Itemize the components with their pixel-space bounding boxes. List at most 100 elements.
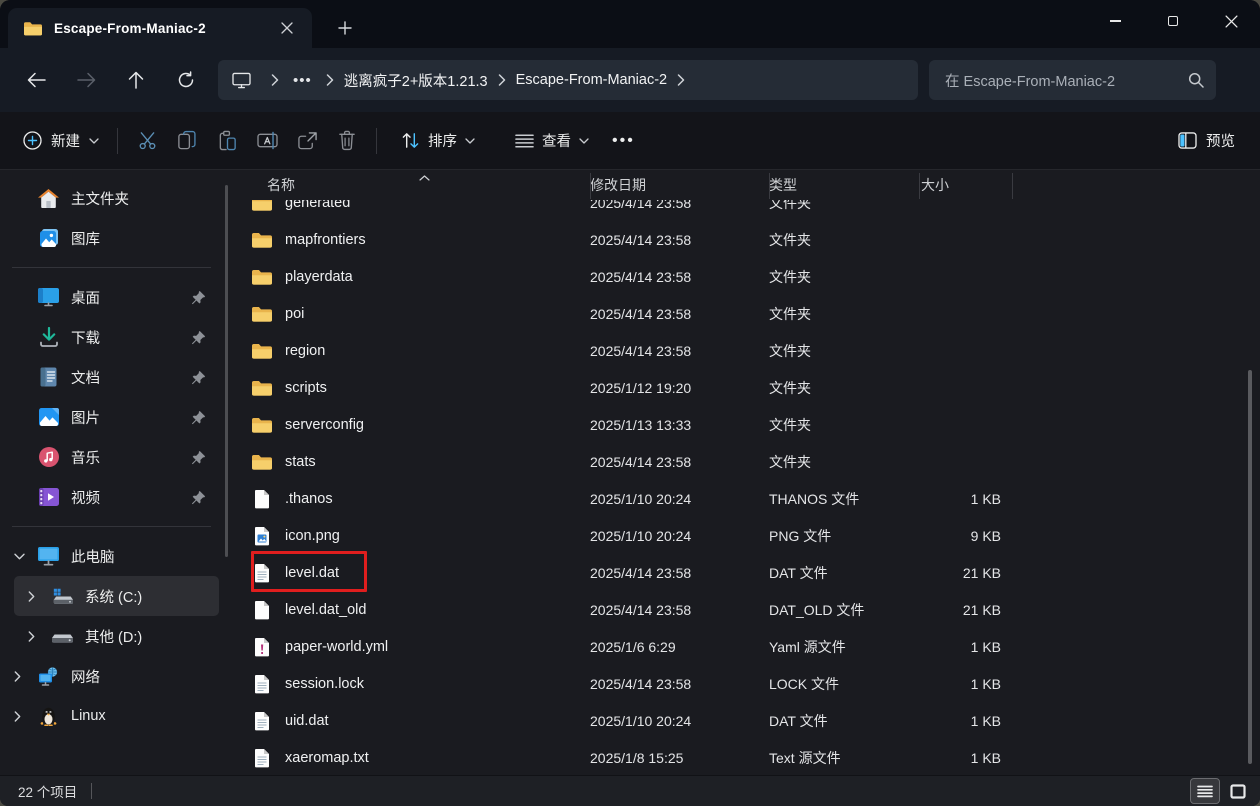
file-type: 文件夹 <box>769 452 919 472</box>
details-view-button[interactable] <box>1191 779 1219 803</box>
file-row[interactable]: level.dat 2025/4/14 23:58 DAT 文件 21 KB <box>237 554 1242 591</box>
file-row[interactable]: playerdata 2025/4/14 23:58 文件夹 <box>237 258 1242 295</box>
breadcrumb-item-current[interactable]: Escape-From-Maniac-2 <box>516 72 668 88</box>
search-input[interactable]: 在 Escape-From-Maniac-2 <box>945 70 1188 91</box>
forward-button[interactable] <box>66 62 106 98</box>
chevron-icon[interactable] <box>14 671 38 682</box>
file-row[interactable]: serverconfig 2025/1/13 13:33 文件夹 <box>237 406 1242 443</box>
sidebar-item-downloads[interactable]: 下载 <box>0 317 219 357</box>
status-bar: 22 个项目 <box>0 775 1260 806</box>
more-options-button[interactable]: ••• <box>598 132 649 150</box>
folder-icon <box>252 452 272 472</box>
file-type: 文件夹 <box>769 230 919 250</box>
chevron-icon[interactable] <box>14 553 38 560</box>
folder-icon <box>252 341 272 361</box>
large-icons-view-button[interactable] <box>1224 779 1252 803</box>
breadcrumb-item-parent[interactable]: 逃离疯子2+版本1.21.3 <box>344 70 488 91</box>
sidebar-item-gallery[interactable]: 图库 <box>0 218 219 258</box>
column-header-name[interactable]: 名称 <box>237 175 590 195</box>
share-icon <box>297 131 318 151</box>
up-button[interactable] <box>116 62 156 98</box>
file-row[interactable]: mapfrontiers 2025/4/14 23:58 文件夹 <box>237 221 1242 258</box>
sidebar-item-network[interactable]: 网络 <box>0 656 219 696</box>
back-button[interactable] <box>16 62 56 98</box>
view-button[interactable]: 查看 <box>506 121 598 161</box>
breadcrumb-chevron-icon <box>677 74 685 86</box>
tab-close-icon[interactable] <box>274 15 300 41</box>
tab-title: Escape-From-Maniac-2 <box>54 21 206 36</box>
column-header-size[interactable]: 大小 <box>919 175 1012 195</box>
file-row[interactable]: .thanos 2025/1/10 20:24 THANOS 文件 1 KB <box>237 480 1242 517</box>
file-row[interactable]: level.dat_old 2025/4/14 23:58 DAT_OLD 文件… <box>237 591 1242 628</box>
sidebar-item-label: Linux <box>71 708 106 724</box>
maximize-button[interactable] <box>1144 0 1202 42</box>
chevron-icon[interactable] <box>28 631 52 642</box>
desktop-icon <box>38 287 59 308</box>
preview-button[interactable]: 预览 <box>1169 121 1244 161</box>
file-type: LOCK 文件 <box>769 674 919 694</box>
file-blank-icon <box>252 489 272 509</box>
column-divider[interactable] <box>1012 173 1013 199</box>
file-name: poi <box>285 306 304 322</box>
sidebar-item-documents[interactable]: 文档 <box>0 357 219 397</box>
sidebar-item-this-pc[interactable]: 此电脑 <box>0 536 219 576</box>
share-button[interactable] <box>287 121 327 161</box>
file-name: stats <box>285 454 316 470</box>
file-name: paper-world.yml <box>285 639 388 655</box>
new-tab-button[interactable] <box>330 13 360 43</box>
column-divider[interactable] <box>919 173 920 199</box>
file-row[interactable]: poi 2025/4/14 23:58 文件夹 <box>237 295 1242 332</box>
tab-escape-from-maniac-2[interactable]: Escape-From-Maniac-2 <box>8 8 312 48</box>
breadcrumb[interactable]: ••• 逃离疯子2+版本1.21.3 Escape-From-Maniac-2 <box>218 60 918 100</box>
rename-button[interactable] <box>247 121 287 161</box>
column-header-type[interactable]: 类型 <box>769 175 919 195</box>
new-button[interactable]: 新建 <box>14 121 108 161</box>
file-row[interactable]: xaeromap.txt 2025/1/8 15:25 Text 源文件 1 K… <box>237 739 1242 775</box>
trash-icon <box>338 130 356 151</box>
status-divider <box>91 783 92 799</box>
file-row[interactable]: region 2025/4/14 23:58 文件夹 <box>237 332 1242 369</box>
file-size: 1 KB <box>919 491 1012 507</box>
sidebar-item-music[interactable]: 音乐 <box>0 437 219 477</box>
minimize-button[interactable] <box>1086 0 1144 42</box>
folder-icon <box>252 267 272 287</box>
file-row[interactable]: paper-world.yml 2025/1/6 6:29 Yaml 源文件 1… <box>237 628 1242 665</box>
column-divider[interactable] <box>769 173 770 199</box>
sidebar-item-pictures[interactable]: 图片 <box>0 397 219 437</box>
paste-button[interactable] <box>207 121 247 161</box>
this-pc-icon[interactable] <box>232 72 251 89</box>
toolbar-divider <box>376 128 377 154</box>
sidebar-item-videos[interactable]: 视频 <box>0 477 219 517</box>
file-row[interactable]: scripts 2025/1/12 19:20 文件夹 <box>237 369 1242 406</box>
cut-button[interactable] <box>127 121 167 161</box>
sidebar-item-label: 图库 <box>71 228 100 249</box>
delete-button[interactable] <box>327 121 367 161</box>
sidebar-item-label: 网络 <box>71 666 100 687</box>
file-name: serverconfig <box>285 417 364 433</box>
search-box[interactable]: 在 Escape-From-Maniac-2 <box>929 60 1216 100</box>
chevron-icon[interactable] <box>28 591 52 602</box>
copy-button[interactable] <box>167 121 207 161</box>
sidebar-item-desktop[interactable]: 桌面 <box>0 277 219 317</box>
chevron-icon[interactable] <box>14 711 38 722</box>
search-icon[interactable] <box>1188 72 1204 88</box>
column-header-date[interactable]: 修改日期 <box>590 175 769 195</box>
close-button[interactable] <box>1202 0 1260 42</box>
refresh-button[interactable] <box>166 62 206 98</box>
minimize-icon <box>1110 20 1121 21</box>
column-divider[interactable] <box>590 173 591 199</box>
file-row[interactable]: uid.dat 2025/1/10 20:24 DAT 文件 1 KB <box>237 702 1242 739</box>
sidebar-item-linux[interactable]: Linux <box>0 696 219 736</box>
breadcrumb-overflow-button[interactable]: ••• <box>289 72 316 89</box>
file-row[interactable]: stats 2025/4/14 23:58 文件夹 <box>237 443 1242 480</box>
sidebar-item-home[interactable]: 主文件夹 <box>0 178 219 218</box>
sidebar-item-drive-c[interactable]: 系统 (C:) <box>14 576 219 616</box>
sort-button[interactable]: 排序 <box>392 121 484 161</box>
file-list-scrollbar[interactable] <box>1248 370 1252 764</box>
file-row[interactable]: session.lock 2025/4/14 23:58 LOCK 文件 1 K… <box>237 665 1242 702</box>
sidebar-item-drive-d[interactable]: 其他 (D:) <box>14 616 219 656</box>
file-date: 2025/4/14 23:58 <box>590 232 769 248</box>
sidebar-scrollbar[interactable] <box>225 185 228 557</box>
file-row[interactable]: icon.png 2025/1/10 20:24 PNG 文件 9 KB <box>237 517 1242 554</box>
item-count-label: 22 个项目 <box>18 781 77 801</box>
